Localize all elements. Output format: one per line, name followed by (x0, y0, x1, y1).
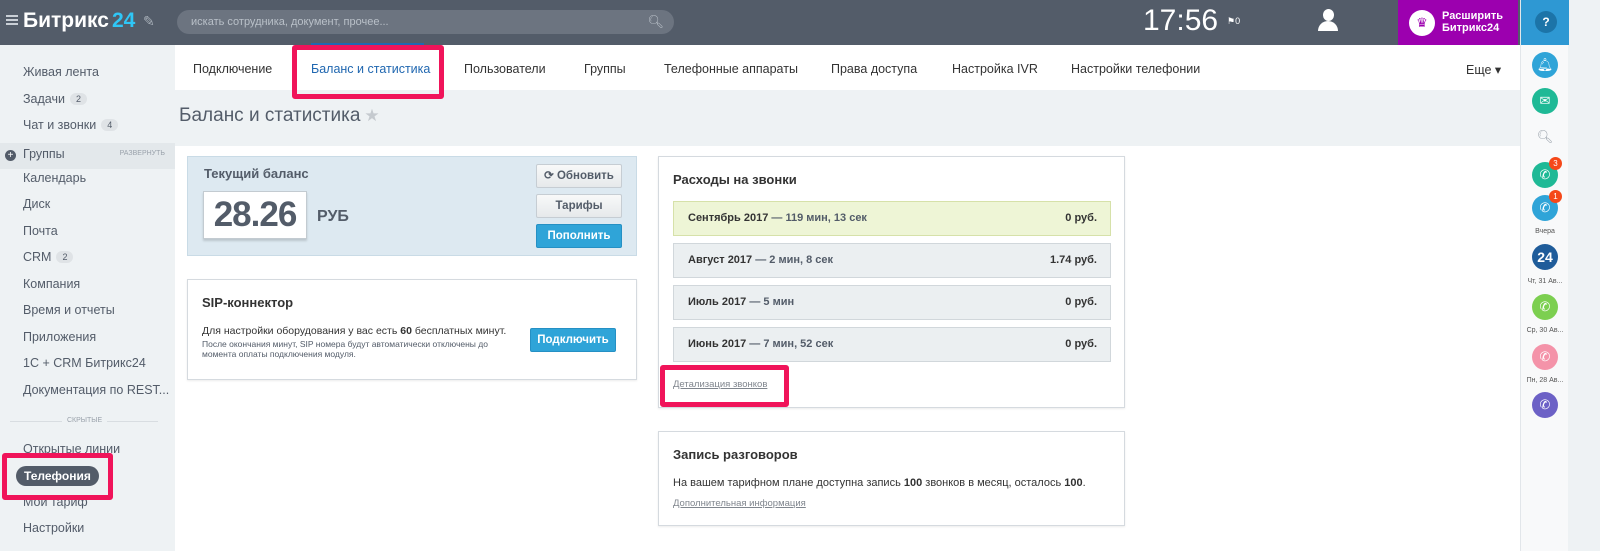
tab-more[interactable]: Еще ▾ (1466, 62, 1501, 77)
highlight-box (292, 45, 444, 99)
search-input[interactable]: искать сотрудника, документ, прочее... 🔍… (177, 10, 674, 34)
phone-call-icon[interactable]: ✆ (1532, 294, 1558, 320)
search-icon: 🔍︎ (647, 14, 664, 29)
sidebar-item-mail[interactable]: Почта (23, 224, 58, 238)
date-label: Вчера (1535, 228, 1555, 235)
sidebar-item-tasks[interactable]: Задачи 2 (23, 92, 87, 106)
clock[interactable]: 17:56 (1143, 4, 1218, 38)
bitrix24-icon[interactable]: 24 (1532, 244, 1558, 270)
search-icon[interactable]: 🔍︎ (1532, 124, 1558, 150)
sip-title: SIP-коннектор (202, 295, 294, 310)
phone-call-icon[interactable]: ✆ 1 (1532, 190, 1562, 221)
star-icon[interactable]: ★ (364, 106, 379, 125)
month-row: Июль 2017 — 5 мин 0 руб. (673, 285, 1111, 320)
sidebar-item-settings[interactable]: Настройки (23, 521, 84, 535)
sip-connector-card: SIP-коннектор Для настройки оборудования… (187, 279, 637, 380)
sidebar-item-1c[interactable]: 1С + CRM Битрикс24 (23, 356, 146, 370)
tab-telephony-settings[interactable]: Настройки телефонии (1071, 62, 1200, 76)
page-title: Баланс и статистика ★ (179, 105, 380, 126)
main-area: Баланс и статистика ★ Текущий баланс 28.2… (175, 90, 1520, 551)
month-row: Сентябрь 2017 — 119 мин, 13 сек 0 руб. (673, 201, 1111, 236)
sidebar-item-disk[interactable]: Диск (23, 197, 50, 211)
date-label: Пн, 28 Ав... (1526, 377, 1564, 384)
tab-access[interactable]: Права доступа (831, 62, 917, 76)
counter-badge: 2 (56, 251, 74, 263)
topup-button[interactable]: Пополнить (536, 224, 622, 248)
upgrade-label-1: Расширить (1442, 10, 1503, 22)
sidebar-item-company[interactable]: Компания (23, 277, 80, 291)
flag-count: 0 (1235, 16, 1241, 26)
month-row: Июнь 2017 — 7 мин, 52 сек 0 руб. (673, 327, 1111, 362)
more-info-link[interactable]: Дополнительная информация (673, 498, 806, 509)
sidebar-item-crm[interactable]: CRM 2 (23, 250, 74, 264)
top-bar: Битрикс 24 ✎ искать сотрудника, документ,… (0, 0, 1548, 45)
call-recording-card: Запись разговоров На вашем тарифном план… (658, 431, 1125, 526)
balance-currency: РУБ (317, 208, 349, 225)
highlight-box (660, 365, 789, 407)
right-panel: ? 🔔︎ ✉ 🔍︎ ✆ 3 ✆ 1 Вчера 24 Чт, 31 Ав... ✆ … (1520, 0, 1569, 551)
plus-icon[interactable]: + (5, 150, 16, 161)
date-label: Чт, 31 Ав... (1527, 278, 1563, 285)
user-avatar-icon[interactable] (1318, 9, 1338, 33)
counter-badge: 4 (101, 119, 119, 131)
sidebar-item-timeman[interactable]: Время и отчеты (23, 303, 115, 317)
costs-title: Расходы на звонки (673, 172, 797, 187)
phone-call-icon[interactable]: ✆ (1532, 344, 1558, 370)
refresh-button[interactable]: ⟳ Обновить (536, 164, 622, 188)
balance-value: 28.26 (203, 191, 307, 239)
tab-ivr[interactable]: Настройка IVR (952, 62, 1038, 76)
content-panel: Текущий баланс 28.26 РУБ ⟳ Обновить Тари… (175, 146, 1520, 551)
expand-link[interactable]: РАЗВЕРНУТЬ (120, 150, 165, 157)
counter-badge: 2 (69, 93, 87, 105)
sidebar-item-apps[interactable]: Приложения (23, 330, 96, 344)
sidebar-item-rest-docs[interactable]: Документация по REST... (23, 383, 169, 397)
sip-note: После окончания минут, SIP номера будут … (202, 339, 488, 359)
balance-title: Текущий баланс (204, 166, 309, 181)
phone-call-icon[interactable]: ✆ (1532, 392, 1558, 418)
sip-description: Для настройки оборудования у вас есть 60… (202, 325, 507, 337)
refresh-icon: ⟳ (544, 170, 554, 182)
tab-phones[interactable]: Телефонные аппараты (664, 62, 798, 76)
tariffs-button[interactable]: Тарифы (536, 194, 622, 218)
upgrade-button[interactable]: ♛ Расширить Битрикс24 (1398, 0, 1518, 45)
month-row: Август 2017 — 2 мин, 8 сек 1.74 руб. (673, 243, 1111, 278)
chat-icon[interactable]: ✉ (1532, 88, 1558, 114)
sidebar-item-feed[interactable]: Живая лента (23, 65, 99, 79)
help-button[interactable]: ? (1535, 11, 1557, 33)
menu-icon[interactable] (6, 15, 18, 25)
tab-groups[interactable]: Группы (584, 62, 626, 76)
notification-badge: 3 (1549, 157, 1562, 170)
sidebar-item-groups[interactable]: + Группы РАЗВЕРНУТЬ (0, 143, 175, 169)
highlight-box (2, 453, 113, 500)
tab-users[interactable]: Пользователи (464, 62, 546, 76)
recording-description: На вашем тарифном плане доступна запись … (673, 477, 1086, 489)
date-label: Ср, 30 Ав... (1526, 327, 1564, 334)
sidebar-item-chat[interactable]: Чат и звонки 4 (23, 118, 119, 132)
upgrade-label-2: Битрикс24 (1442, 22, 1500, 34)
sidebar-item-calendar[interactable]: Календарь (23, 171, 86, 185)
balance-card: Текущий баланс 28.26 РУБ ⟳ Обновить Тари… (187, 156, 637, 256)
recording-title: Запись разговоров (673, 447, 798, 462)
crown-icon: ♛ (1409, 10, 1435, 36)
notification-badge: 1 (1549, 190, 1562, 203)
hidden-section-label: СКРЫТЫЕ (62, 417, 108, 424)
flag-icon[interactable]: ⚑0 (1227, 16, 1240, 27)
tab-connection[interactable]: Подключение (193, 62, 272, 76)
bell-icon[interactable]: 🔔︎ (1532, 52, 1558, 78)
phone-call-icon[interactable]: ✆ 3 (1532, 157, 1562, 188)
edit-icon[interactable]: ✎ (143, 13, 155, 30)
logo[interactable]: Битрикс 24 (23, 9, 135, 33)
connect-button[interactable]: Подключить (530, 328, 616, 352)
